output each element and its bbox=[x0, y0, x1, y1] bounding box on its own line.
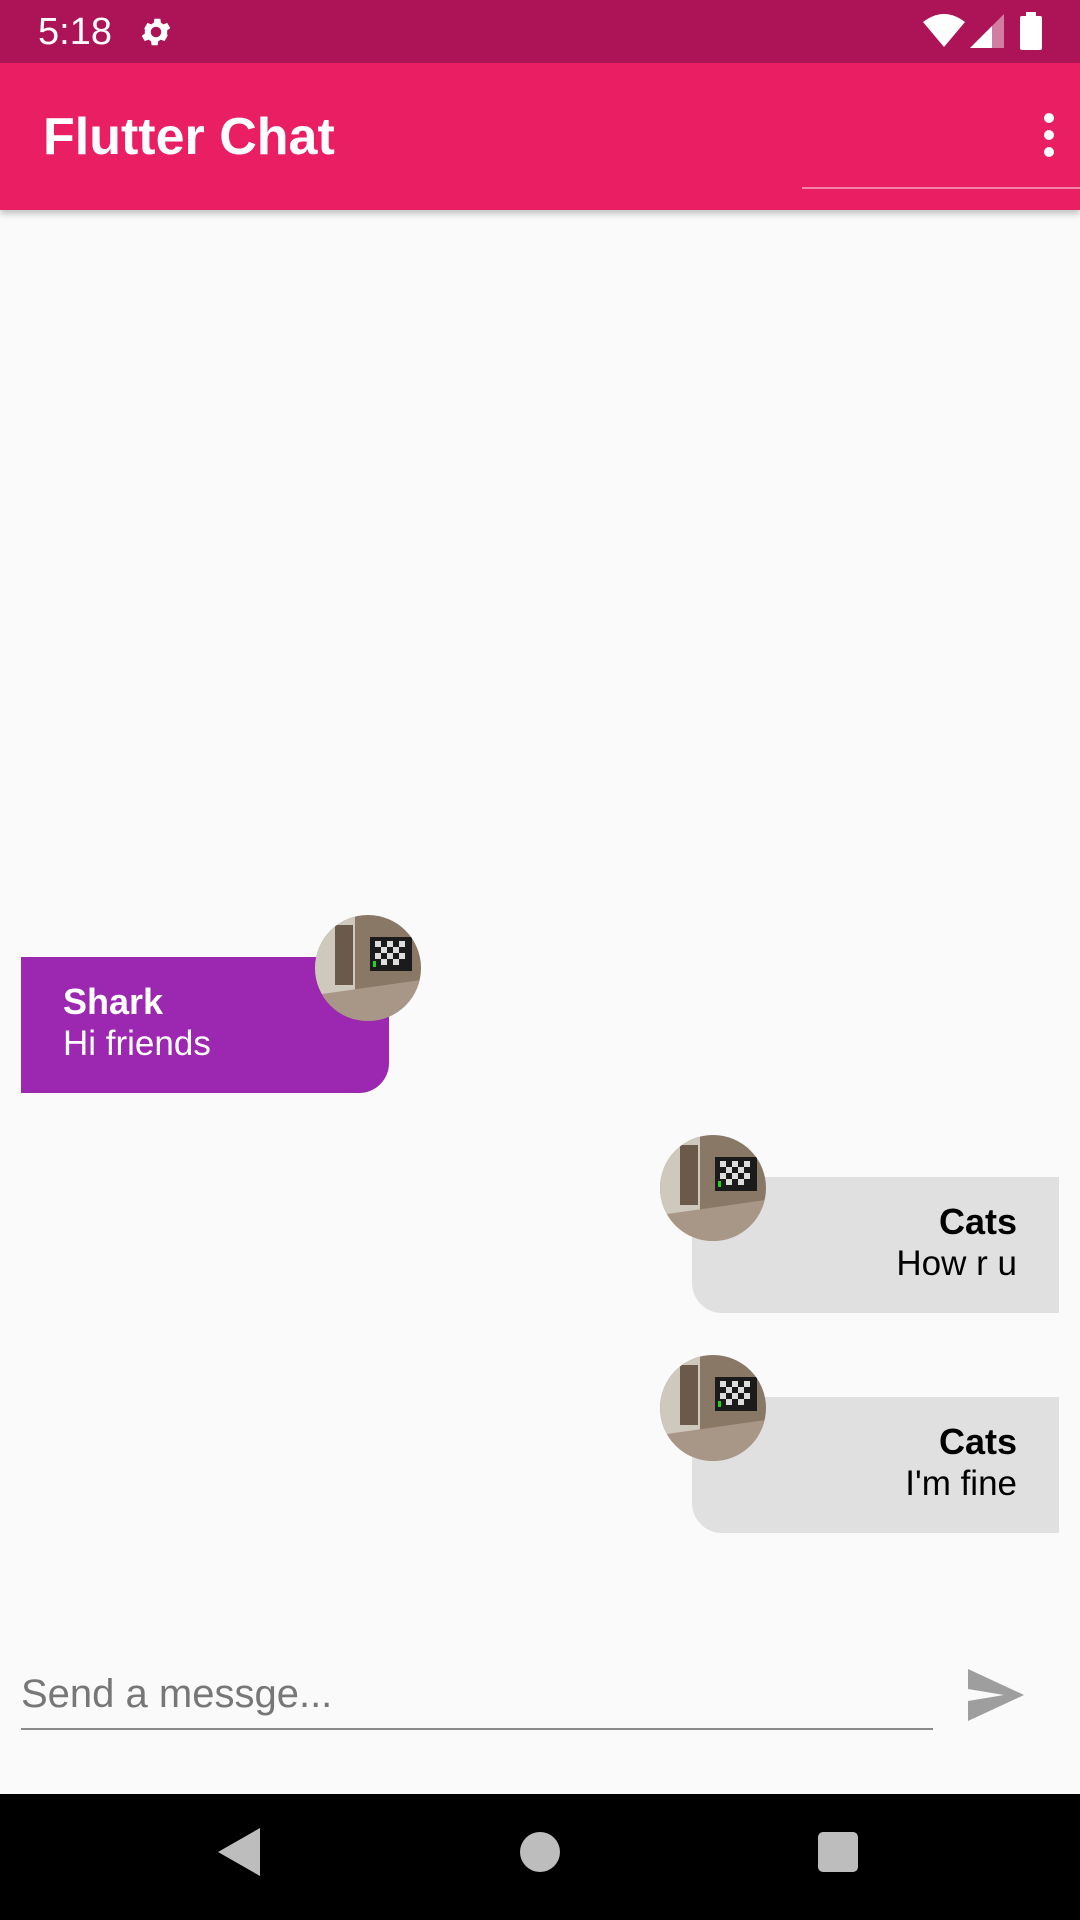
menu-dot bbox=[1044, 130, 1054, 140]
wifi-icon bbox=[923, 14, 965, 47]
app-bar-divider bbox=[802, 187, 1080, 189]
message-item: Cats How r u bbox=[650, 1135, 1080, 1325]
app-title: Flutter Chat bbox=[43, 108, 335, 166]
recents-icon[interactable] bbox=[818, 1832, 858, 1872]
avatar bbox=[660, 1135, 766, 1241]
send-icon[interactable] bbox=[962, 1665, 1028, 1725]
message-input[interactable] bbox=[21, 1660, 933, 1730]
chat-screen: 5:18 Flutter Chat Shark Hi friends Cats … bbox=[0, 0, 1080, 1920]
message-list[interactable]: Shark Hi friends Cats How r u Cats I'm f… bbox=[0, 210, 1080, 1590]
status-time: 5:18 bbox=[38, 11, 112, 53]
menu-dot bbox=[1044, 113, 1054, 123]
message-text: How r u bbox=[896, 1244, 1017, 1283]
menu-dot bbox=[1044, 147, 1054, 157]
avatar bbox=[660, 1355, 766, 1461]
message-text: I'm fine bbox=[905, 1464, 1017, 1503]
home-icon[interactable] bbox=[520, 1832, 560, 1872]
app-bar: Flutter Chat bbox=[0, 63, 1080, 210]
message-item: Cats I'm fine bbox=[650, 1355, 1080, 1545]
gear-icon bbox=[141, 18, 171, 46]
status-bar: 5:18 bbox=[0, 0, 1080, 63]
navigation-bar bbox=[0, 1794, 1080, 1920]
signal-icon bbox=[970, 14, 1004, 48]
message-text: Hi friends bbox=[63, 1024, 211, 1063]
message-item: Shark Hi friends bbox=[0, 915, 430, 1105]
more-vert-icon[interactable] bbox=[1024, 103, 1074, 167]
battery-icon bbox=[1020, 12, 1042, 50]
avatar bbox=[315, 915, 421, 1021]
back-icon[interactable] bbox=[218, 1828, 260, 1876]
